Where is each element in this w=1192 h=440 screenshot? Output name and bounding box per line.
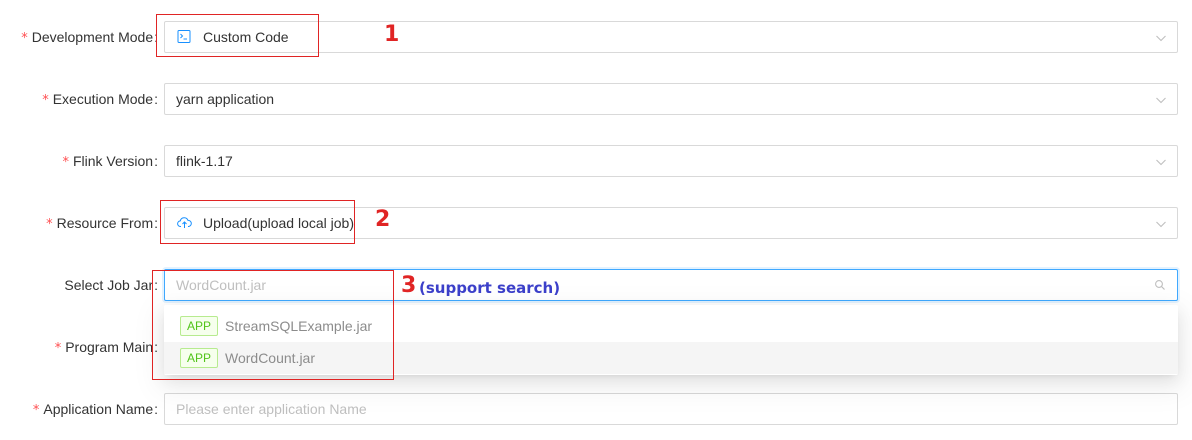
flink-version-value: flink-1.17 — [176, 153, 233, 169]
execution-mode-row: * Execution Mode: yarn application — [0, 83, 1192, 115]
annotation-box-1 — [156, 14, 319, 57]
required-mark: * — [54, 341, 62, 356]
required-mark: * — [62, 155, 69, 170]
annotation-note-support-search: (support search) — [419, 279, 561, 297]
development-mode-label: * Development Mode: — [21, 29, 158, 46]
flink-version-row: * Flink Version: flink-1.17 — [0, 145, 1192, 177]
application-name-input[interactable]: Please enter application Name — [164, 393, 1178, 425]
annotation-box-3 — [152, 270, 394, 380]
execution-mode-label: * Execution Mode: — [42, 91, 158, 108]
application-name-label: * Application Name: — [32, 401, 158, 418]
search-icon — [1155, 280, 1165, 290]
chevron-down-icon — [1156, 35, 1166, 42]
annotation-number-3: 3 — [401, 273, 417, 298]
application-name-row: * Application Name: Please enter applicat… — [0, 393, 1192, 425]
chevron-down-icon — [1156, 159, 1166, 166]
execution-mode-value: yarn application — [176, 91, 275, 107]
required-mark: * — [21, 31, 28, 46]
execution-mode-select[interactable]: yarn application — [164, 83, 1178, 115]
required-mark: * — [46, 217, 53, 232]
annotation-box-2 — [160, 200, 355, 244]
annotation-number-2: 2 — [375, 207, 391, 232]
select-job-jar-label: Select Job Jar: — [64, 277, 158, 293]
resource-from-label: * Resource From: — [46, 215, 158, 232]
chevron-down-icon — [1156, 97, 1166, 104]
required-mark: * — [32, 403, 40, 418]
required-mark: * — [42, 93, 49, 108]
flink-version-label: * Flink Version: — [62, 153, 158, 170]
program-main-label: * Program Main: — [54, 339, 158, 356]
annotation-number-1: 1 — [384, 22, 400, 47]
chevron-down-icon — [1156, 221, 1166, 228]
application-name-placeholder: Please enter application Name — [176, 401, 367, 417]
flink-version-select[interactable]: flink-1.17 — [164, 145, 1178, 177]
